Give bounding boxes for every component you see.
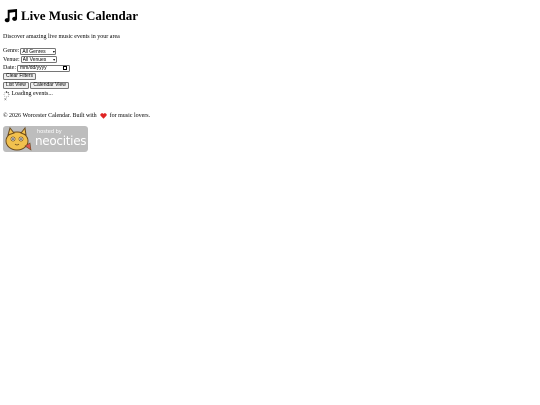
spinner-icon <box>3 90 10 97</box>
venue-select[interactable]: All Venues <box>20 56 57 63</box>
venue-select-wrap: All Venues ▾ <box>20 56 57 63</box>
genre-filter-row: Genre: All Genres ▾ <box>3 47 70 55</box>
footer-text-end: for music lovers. <box>108 113 151 119</box>
genre-select[interactable]: All Genres <box>20 47 57 55</box>
date-filter-row: Date: mm/dd/yyyy <box>3 64 70 72</box>
heart-icon <box>99 113 107 119</box>
date-label: Date: <box>3 65 16 71</box>
venue-label: Venue: <box>3 56 20 63</box>
filters-panel: Genre: All Genres ▾ Venue: All Venues ▾ … <box>3 47 70 73</box>
footer-text-start: © 2026 Worcester Calendar. Built with <box>3 113 99 119</box>
genre-select-wrap: All Genres ▾ <box>20 47 57 55</box>
neocities-badge[interactable]: hosted by neocities <box>3 126 88 152</box>
page-subtitle: Discover amazing live music events in yo… <box>3 34 120 40</box>
clear-filters-button[interactable]: Clear Filters <box>3 73 36 80</box>
close-icon[interactable]: × <box>4 98 7 104</box>
neocities-cat-icon <box>5 126 32 151</box>
date-placeholder: mm/dd/yyyy <box>20 65 47 71</box>
calendar-view-button[interactable]: Calendar View <box>30 82 69 89</box>
view-toggle: List View Calendar View <box>3 82 69 89</box>
clear-row: Clear Filters <box>3 73 36 80</box>
music-note-icon <box>4 8 18 22</box>
loading-indicator: Loading events... <box>3 90 53 98</box>
badge-name: neocities <box>35 134 87 148</box>
loading-text: Loading events... <box>11 91 53 97</box>
genre-label: Genre: <box>3 48 20 54</box>
badge-text: hosted by neocities <box>35 130 87 148</box>
calendar-icon[interactable] <box>63 66 67 70</box>
page-footer: © 2026 Worcester Calendar. Built with fo… <box>3 112 150 120</box>
page-title: Live Music Calendar <box>21 8 138 23</box>
date-input[interactable]: mm/dd/yyyy <box>17 64 70 72</box>
page-header: Live Music Calendar <box>3 8 138 23</box>
venue-filter-row: Venue: All Venues ▾ <box>3 56 70 64</box>
list-view-button[interactable]: List View <box>3 82 29 89</box>
